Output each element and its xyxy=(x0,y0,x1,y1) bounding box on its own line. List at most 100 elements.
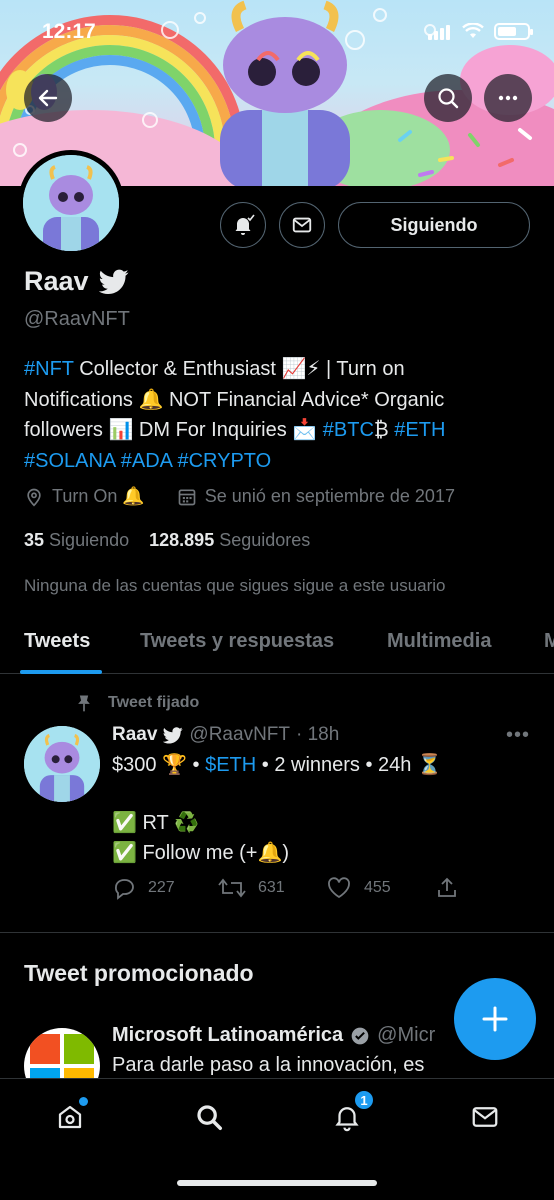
bio-text: Notifications 🔔 NOT Financial Advice* Or… xyxy=(24,388,445,411)
bell-check-icon xyxy=(235,214,255,235)
wifi-icon xyxy=(462,23,484,38)
profile-tabs: Tweets Tweets y respuestas Multimedia M xyxy=(0,616,554,674)
followers-count: 128.895 xyxy=(149,530,215,550)
tab-media[interactable]: Multimedia xyxy=(387,630,491,653)
status-bar: 12:17 xyxy=(0,0,554,60)
arrow-left-icon xyxy=(38,89,58,107)
following-count: 35 xyxy=(24,530,45,550)
avatar-image xyxy=(23,155,119,251)
nav-search[interactable] xyxy=(189,1097,229,1137)
following-link[interactable]: 35 Siguiendo xyxy=(24,530,129,550)
reply-icon xyxy=(115,879,134,900)
share-icon xyxy=(438,877,456,897)
promoted-author-handle: @Micr xyxy=(377,1024,436,1046)
active-tab-indicator xyxy=(20,670,102,674)
tweet-author-name[interactable]: Raav xyxy=(112,724,157,746)
envelope-icon xyxy=(292,217,312,233)
following-label: Siguiendo xyxy=(49,530,130,550)
retweet-button[interactable]: 631 xyxy=(218,876,285,900)
share-button[interactable] xyxy=(435,876,459,900)
bio-text: followers 📊 DM For Inquiries 📩 xyxy=(24,419,323,441)
hashtag-link[interactable]: #CRYPTO xyxy=(177,450,271,472)
compose-tweet-button[interactable] xyxy=(454,978,536,1060)
tweet-text: • 2 winners • 24h ⏳ xyxy=(256,754,442,776)
nav-messages[interactable] xyxy=(465,1097,505,1137)
hashtag-link[interactable]: #BTC xyxy=(323,419,374,441)
notifications-badge: 1 xyxy=(353,1089,375,1111)
tab-tweets-and-replies[interactable]: Tweets y respuestas xyxy=(140,630,334,653)
tweet-more-options-icon[interactable]: ••• xyxy=(506,724,530,747)
bio-text: Collector & Enthusiast 📈⚡ | Turn on xyxy=(73,358,405,380)
retweet-icon xyxy=(218,878,246,898)
hashtag-link[interactable]: #SOLANA xyxy=(24,450,115,472)
message-button[interactable] xyxy=(279,202,325,248)
twitter-bird-icon xyxy=(163,726,184,743)
cashtag-link[interactable]: $ETH xyxy=(205,754,256,776)
tweet-actions: 227 631 455 xyxy=(112,876,522,904)
back-button[interactable] xyxy=(24,74,72,122)
home-icon xyxy=(58,1105,82,1129)
tweet-author-handle: @RaavNFT xyxy=(189,724,290,745)
reply-count: 227 xyxy=(148,879,175,896)
profile-joined-date: Se unió en septiembre de 2017 xyxy=(204,486,455,506)
search-icon xyxy=(438,88,459,109)
tweet-text: $300 🏆 • xyxy=(112,754,206,776)
profile-stats: 35 Siguiendo 128.895 Seguidores xyxy=(24,530,310,551)
status-time: 12:17 xyxy=(42,20,96,43)
profile-bio: #NFT Collector & Enthusiast 📈⚡ | Turn on… xyxy=(24,354,524,476)
tweet-text-line: $300 🏆 • $ETH • 2 winners • 24h ⏳ xyxy=(112,752,442,777)
mutuals-note: Ninguna de las cuentas que sigues sigue … xyxy=(24,576,446,595)
retweet-count: 631 xyxy=(258,879,285,896)
profile-location: Turn On 🔔 xyxy=(52,486,145,506)
profile-name-row: Raav xyxy=(24,266,129,297)
profile-name: Raav xyxy=(24,266,89,296)
promoted-section-title: Tweet promocionado xyxy=(24,960,254,986)
tweet-text-line: ✅ Follow me (+🔔) xyxy=(112,842,290,864)
battery-icon xyxy=(494,22,533,40)
hashtag-link[interactable]: #NFT xyxy=(24,358,74,380)
hashtag-link[interactable]: #ADA xyxy=(121,450,172,472)
promoted-tweet-header: Microsoft Latinoamérica @Micr xyxy=(112,1024,435,1047)
promoted-tweet-text: Para darle paso a la innovación, es xyxy=(112,1054,425,1076)
profile-avatar[interactable] xyxy=(18,150,124,256)
tab-likes[interactable]: M xyxy=(544,630,554,653)
following-button[interactable]: Siguiendo xyxy=(338,202,530,248)
profile-handle: @RaavNFT xyxy=(24,308,130,330)
twitter-bird-icon xyxy=(98,269,129,294)
tweet-header: Raav @RaavNFT · 18h xyxy=(112,724,339,746)
home-indicator xyxy=(177,1180,377,1186)
pinned-label: Tweet fijado xyxy=(108,694,200,711)
promoted-author-name[interactable]: Microsoft Latinoamérica xyxy=(112,1024,343,1047)
nav-home[interactable] xyxy=(50,1097,90,1137)
like-button[interactable]: 455 xyxy=(326,876,391,900)
home-new-indicator xyxy=(79,1097,88,1106)
profile-meta: Turn On 🔔 Se unió en septiembre de 2017 xyxy=(24,486,455,507)
plus-icon xyxy=(482,1006,508,1032)
like-count: 455 xyxy=(364,879,391,896)
notifications-toggle-button[interactable] xyxy=(220,202,266,248)
pinned-indicator: Tweet fijado xyxy=(74,692,199,714)
followers-label: Seguidores xyxy=(219,530,311,550)
nav-notifications[interactable]: 1 xyxy=(327,1089,375,1137)
tweet-author-avatar[interactable] xyxy=(24,726,100,802)
heart-icon xyxy=(328,877,350,899)
calendar-icon xyxy=(178,489,196,505)
reply-button[interactable]: 227 xyxy=(112,876,175,900)
followers-link[interactable]: 128.895 Seguidores xyxy=(149,530,310,550)
more-horizontal-icon xyxy=(498,95,518,101)
search-button[interactable] xyxy=(424,74,472,122)
section-divider xyxy=(0,932,554,933)
bio-text: ₿ xyxy=(373,419,395,441)
hashtag-link[interactable]: #ETH xyxy=(394,419,445,441)
location-pin-icon xyxy=(27,488,41,507)
tab-tweets[interactable]: Tweets xyxy=(24,630,90,653)
verified-badge-icon xyxy=(351,1027,369,1044)
avatar-image xyxy=(24,726,100,802)
cellular-signal-icon xyxy=(428,22,452,40)
more-options-button[interactable] xyxy=(484,74,532,122)
pin-icon xyxy=(78,695,90,712)
tweet-timestamp: · 18h xyxy=(296,724,340,745)
tweet-text-line: ✅ RT ♻️ xyxy=(112,812,199,834)
search-icon xyxy=(197,1105,222,1130)
envelope-icon xyxy=(472,1107,498,1127)
